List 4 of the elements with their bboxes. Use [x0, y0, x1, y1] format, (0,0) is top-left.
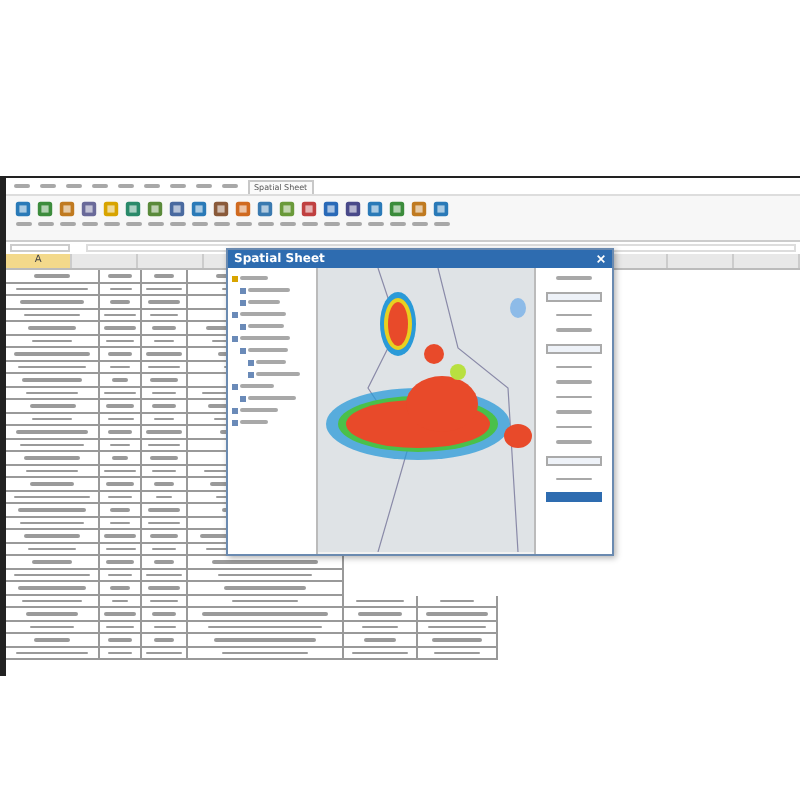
- dropdown[interactable]: [546, 455, 602, 465]
- close-icon[interactable]: [596, 254, 606, 264]
- dropdown[interactable]: [546, 343, 602, 353]
- dropdown[interactable]: [546, 291, 602, 301]
